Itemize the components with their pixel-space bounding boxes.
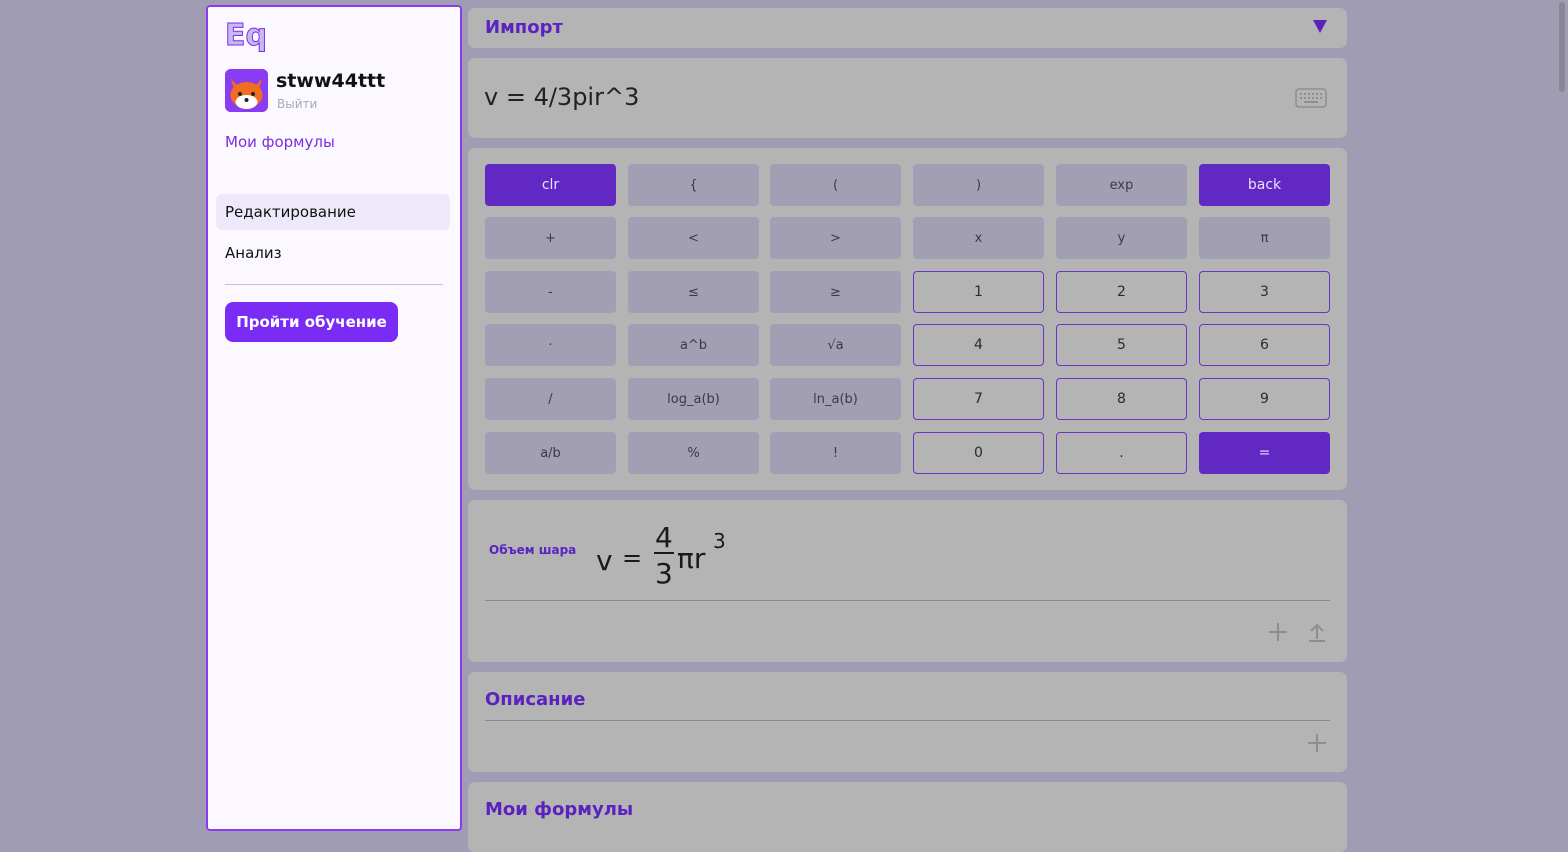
formula-rhs: πr: [677, 542, 706, 575]
key--a[interactable]: √a: [770, 324, 901, 366]
key-less[interactable]: <: [628, 217, 759, 259]
triangle-down-icon[interactable]: [1313, 20, 1327, 33]
key-a-b[interactable]: a/b: [485, 432, 616, 474]
key-4[interactable]: 4: [913, 324, 1044, 366]
key-paren-close[interactable]: ): [913, 164, 1044, 206]
nav-item-editing[interactable]: Редактирование: [216, 194, 450, 230]
formula-result-panel: Объем шара v = 4 3 πr 3: [468, 500, 1347, 662]
import-panel[interactable]: Импорт: [468, 8, 1347, 48]
key-exp[interactable]: exp: [1056, 164, 1187, 206]
key-paren-open[interactable]: (: [770, 164, 901, 206]
key-ge[interactable]: ≥: [770, 271, 901, 313]
key-3[interactable]: 3: [1199, 271, 1330, 313]
sidebar-divider: [225, 284, 443, 285]
nav-item-analysis[interactable]: Анализ: [216, 235, 450, 271]
key-back[interactable]: back: [1199, 164, 1330, 206]
sidebar: Eq stww44ttt Выйти Мои формулы Редактиро…: [206, 5, 462, 831]
key-brace-open[interactable]: {: [628, 164, 759, 206]
key-clr[interactable]: clr: [485, 164, 616, 206]
key-y[interactable]: y: [1056, 217, 1187, 259]
my-formulas-link[interactable]: Мои формулы: [225, 133, 335, 151]
key-greater[interactable]: >: [770, 217, 901, 259]
key-decimal[interactable]: .: [1056, 432, 1187, 474]
key-1[interactable]: 1: [913, 271, 1044, 313]
plus-icon[interactable]: [1269, 623, 1287, 641]
formula-lhs: v: [596, 544, 613, 577]
key-divide[interactable]: /: [485, 378, 616, 420]
key-le[interactable]: ≤: [628, 271, 759, 313]
app-logo[interactable]: Eq: [225, 16, 269, 54]
start-tutorial-button[interactable]: Пройти обучение: [225, 302, 398, 342]
formula-numerator: 4: [655, 521, 673, 554]
key-9[interactable]: 9: [1199, 378, 1330, 420]
formula-exponent: 3: [713, 529, 726, 553]
svg-text:Eq: Eq: [225, 18, 267, 52]
description-divider: [485, 720, 1330, 721]
logout-link[interactable]: Выйти: [277, 97, 317, 111]
keyboard-icon[interactable]: [1295, 88, 1327, 108]
key-a-b[interactable]: a^b: [628, 324, 759, 366]
key-2[interactable]: 2: [1056, 271, 1187, 313]
upload-icon[interactable]: [1308, 622, 1326, 642]
import-title: Импорт: [485, 17, 563, 38]
key-percent[interactable]: %: [628, 432, 759, 474]
result-divider: [485, 600, 1330, 601]
key-6[interactable]: 6: [1199, 324, 1330, 366]
plus-icon[interactable]: [1308, 734, 1326, 752]
key-x[interactable]: x: [913, 217, 1044, 259]
key-minus[interactable]: -: [485, 271, 616, 313]
key-dot-multiply[interactable]: ·: [485, 324, 616, 366]
key-factorial[interactable]: !: [770, 432, 901, 474]
key-0[interactable]: 0: [913, 432, 1044, 474]
formula-denominator: 3: [655, 557, 673, 590]
formula-equals: =: [622, 544, 642, 572]
key-plus[interactable]: +: [485, 217, 616, 259]
key-pi[interactable]: π: [1199, 217, 1330, 259]
formula-input-panel: v = 4/3pir^3: [468, 58, 1347, 138]
key-ln-a-b-[interactable]: ln_a(b): [770, 378, 901, 420]
formula-input[interactable]: v = 4/3pir^3: [484, 83, 639, 111]
avatar[interactable]: [225, 69, 268, 112]
key-7[interactable]: 7: [913, 378, 1044, 420]
my-formulas-panel: Мои формулы: [468, 782, 1347, 852]
formula-name-label[interactable]: Объем шара: [489, 543, 576, 557]
description-panel: Описание: [468, 672, 1347, 772]
scrollbar-thumb[interactable]: [1559, 2, 1565, 92]
key-equals[interactable]: =: [1199, 432, 1330, 474]
key-5[interactable]: 5: [1056, 324, 1187, 366]
rendered-formula: v = 4 3 πr 3: [596, 521, 726, 590]
my-formulas-title: Мои формулы: [485, 799, 634, 820]
username: stww44ttt: [276, 70, 386, 92]
scrollbar[interactable]: [1556, 0, 1568, 837]
keypad-panel: clr { () exp back + < > x y π - ≤ ≥1 2 3 · a^b √a 4 5 6 / log_a…: [468, 148, 1347, 490]
key-8[interactable]: 8: [1056, 378, 1187, 420]
key-log-a-b-[interactable]: log_a(b): [628, 378, 759, 420]
description-title: Описание: [485, 689, 586, 710]
